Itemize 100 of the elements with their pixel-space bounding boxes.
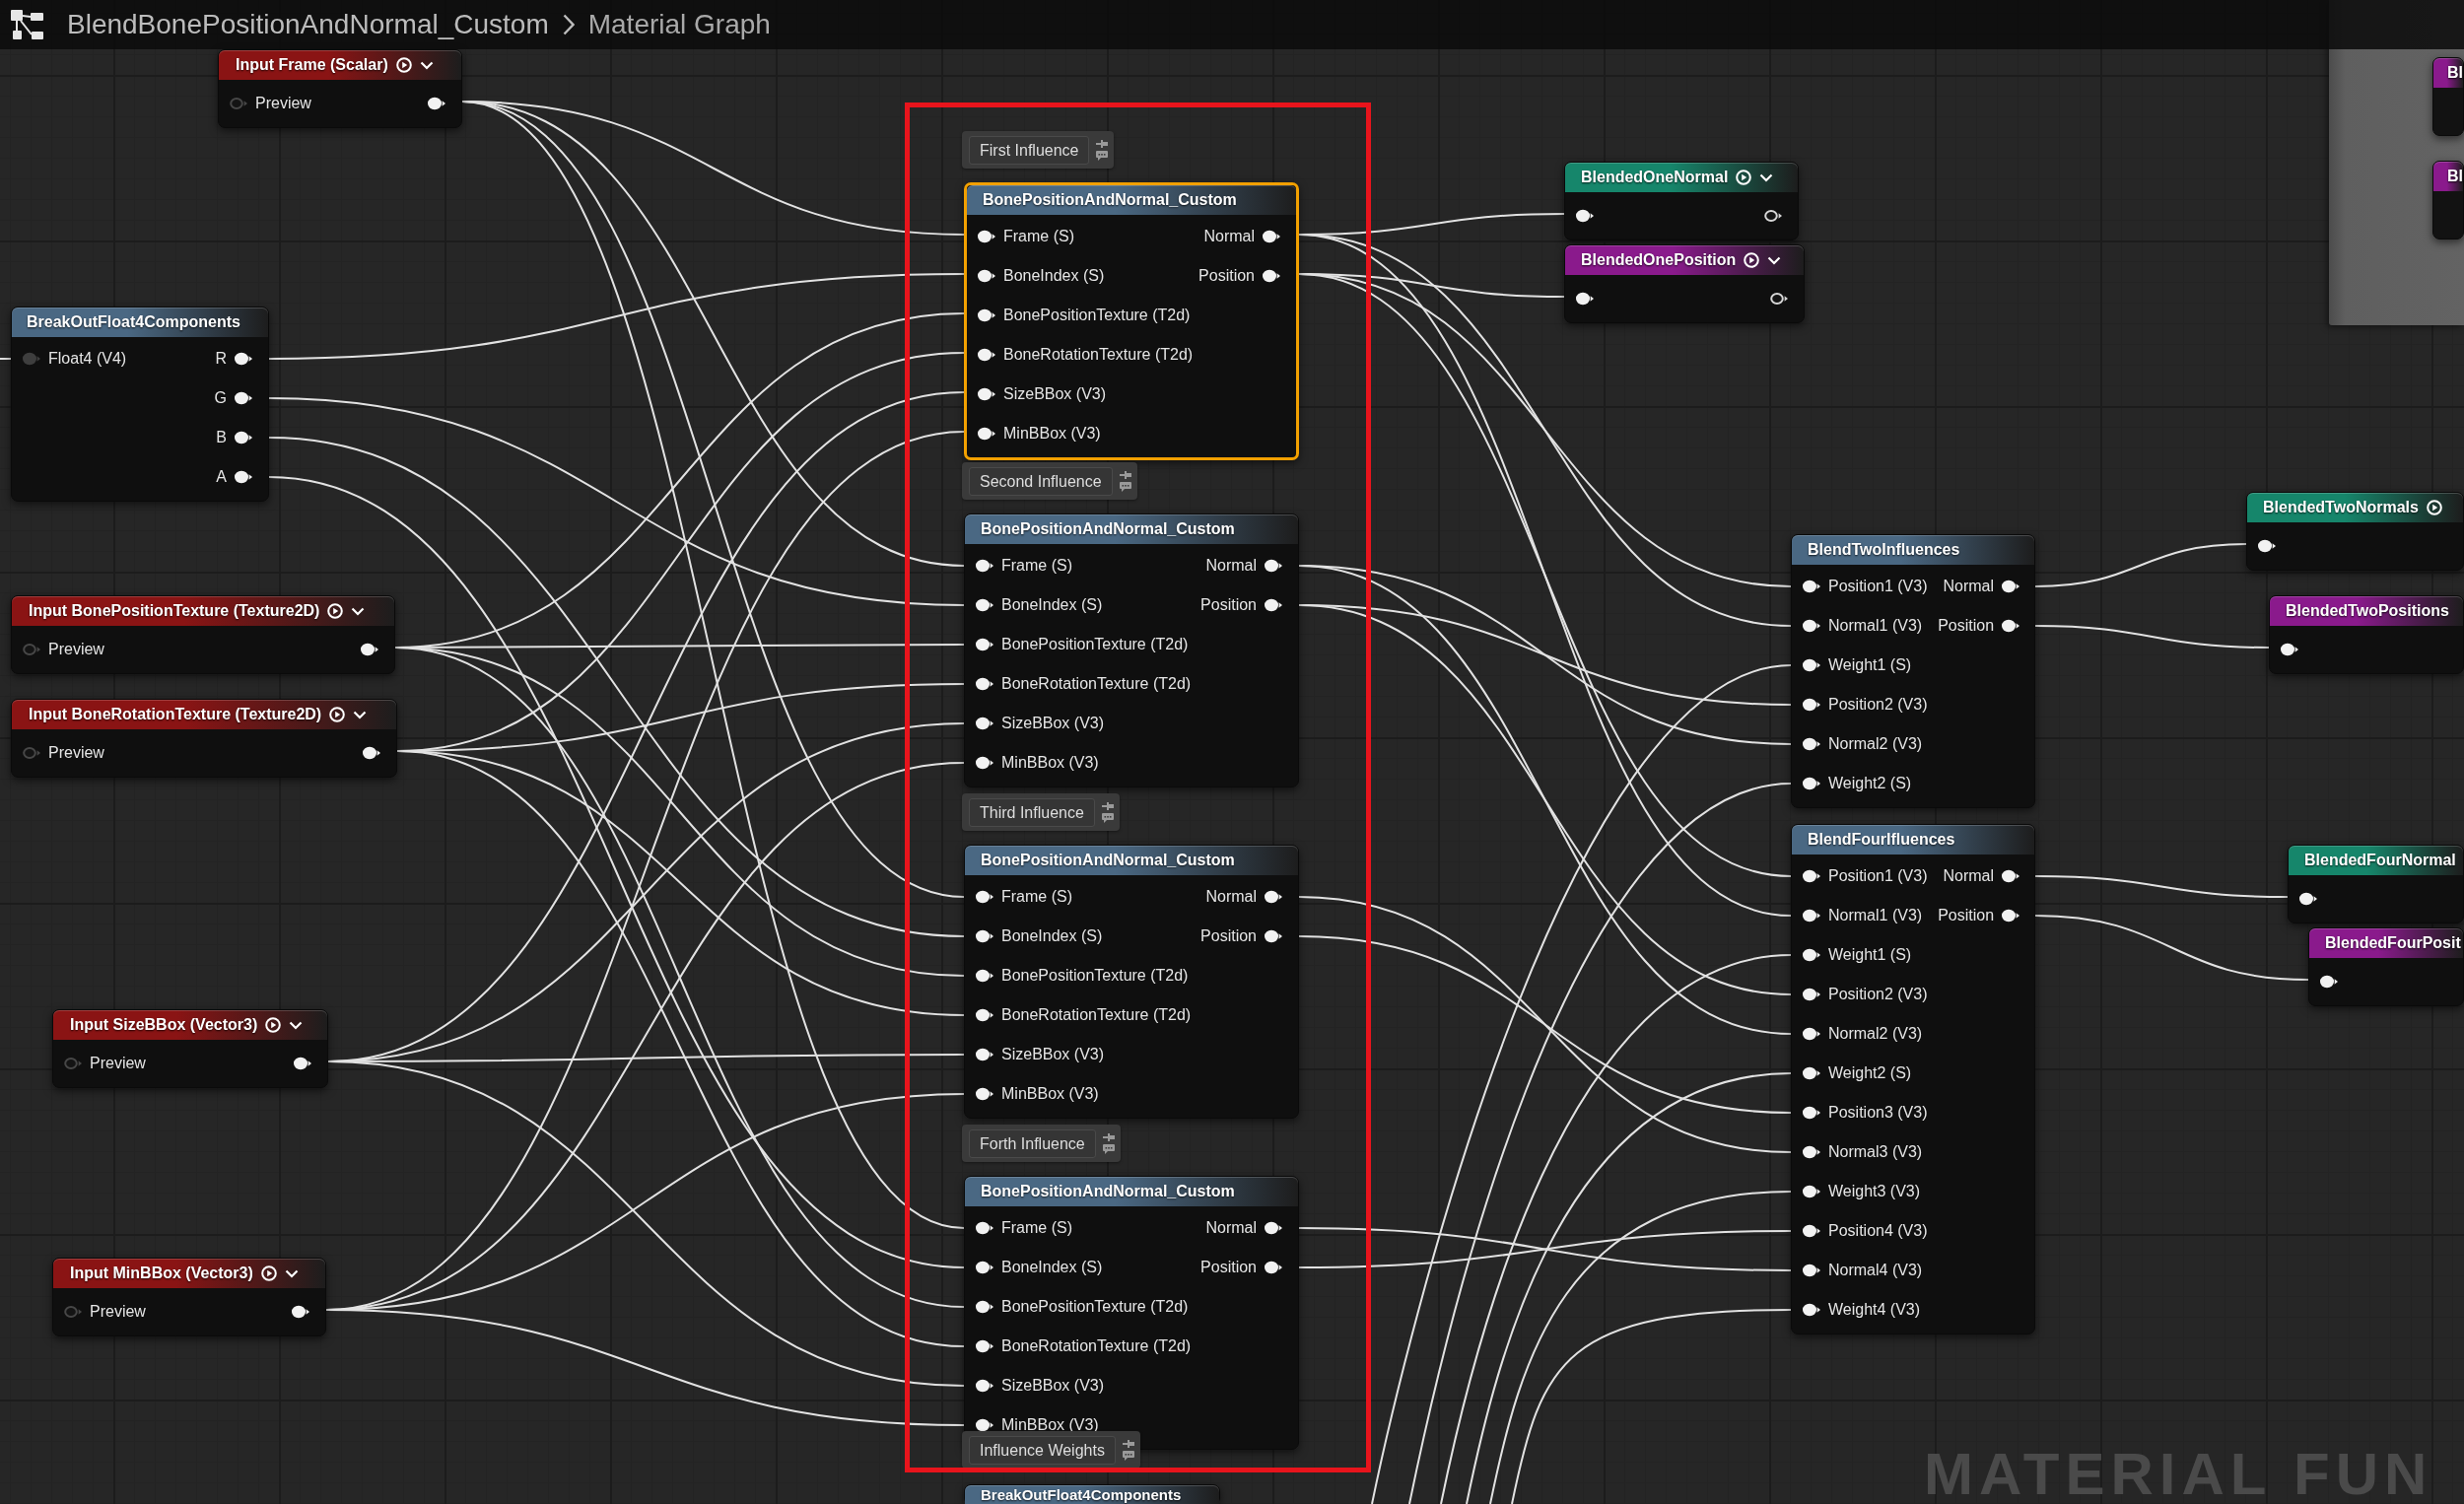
- pin-icon[interactable]: [976, 1418, 993, 1432]
- pin-icon[interactable]: [1803, 1303, 1820, 1317]
- pin-icon[interactable]: [1265, 929, 1282, 943]
- pin-icon[interactable]: [976, 638, 993, 651]
- pin-icon[interactable]: [2002, 580, 2020, 593]
- comment-bubble[interactable]: Third Influence: [962, 793, 1120, 831]
- pin-icon[interactable]: [976, 969, 993, 983]
- graph-node[interactable]: Input BoneRotationTexture (Texture2D) Preview: [11, 699, 397, 778]
- pin-icon[interactable]: [976, 756, 993, 770]
- pin-icon[interactable]: [1803, 737, 1820, 751]
- pin-icon[interactable]: [294, 1057, 311, 1070]
- comment-bubble[interactable]: Forth Influence: [962, 1125, 1121, 1162]
- graph-node[interactable]: BonePositionAndNormal_Custom Frame (S) Normal BoneIndex (S) Position BonePositionTexture (T2d) BoneRotationTexture (T2d) SizeBBox (V3) MinBBox (V3): [964, 845, 1299, 1119]
- pushpin-icon[interactable]: [1096, 139, 1109, 148]
- graph-node[interactable]: BreakOutFloat4Components Float4 (V4) R G B A: [11, 307, 269, 502]
- pin-icon[interactable]: [292, 1305, 309, 1319]
- pin-icon[interactable]: [1803, 580, 1820, 593]
- pin-icon[interactable]: [363, 746, 380, 760]
- pin-icon[interactable]: [1803, 1106, 1820, 1120]
- pin-icon[interactable]: [978, 427, 995, 441]
- pin-icon[interactable]: [976, 929, 993, 943]
- pin-icon[interactable]: [235, 391, 252, 405]
- pin-icon[interactable]: [1803, 1027, 1820, 1041]
- pin-icon[interactable]: [976, 1048, 993, 1061]
- graph-node[interactable]: Input SizeBBox (Vector3) Preview: [52, 1009, 328, 1088]
- graph-node[interactable]: Bl: [2432, 161, 2464, 239]
- chevron-down-icon[interactable]: [351, 606, 366, 616]
- pin-icon[interactable]: [1803, 619, 1820, 633]
- chevron-down-icon[interactable]: [353, 710, 368, 719]
- pin-icon[interactable]: [1265, 1261, 1282, 1274]
- graph-node[interactable]: Input Frame (Scalar) Preview: [218, 49, 462, 128]
- empty-pin-icon[interactable]: [1764, 209, 1782, 223]
- graph-node[interactable]: BlendedOneNormal: [1564, 162, 1799, 240]
- pin-icon[interactable]: [1265, 890, 1282, 904]
- pin-icon[interactable]: [978, 348, 995, 362]
- pin-icon[interactable]: [235, 470, 252, 484]
- pin-icon[interactable]: [976, 1261, 993, 1274]
- pin-icon[interactable]: [1803, 988, 1820, 1001]
- speech-bubble-icon[interactable]: [1096, 150, 1109, 161]
- pin-icon[interactable]: [976, 717, 993, 730]
- comment-bubble[interactable]: First Influence: [962, 131, 1115, 169]
- play-icon[interactable]: [2426, 500, 2442, 515]
- graph-node[interactable]: BlendedFourNormal: [2288, 845, 2464, 923]
- graph-node[interactable]: Bl: [2432, 57, 2464, 136]
- pin-icon[interactable]: [1803, 1264, 1820, 1277]
- pin-icon[interactable]: [978, 269, 995, 283]
- pin-icon[interactable]: [1263, 230, 1280, 243]
- chevron-down-icon[interactable]: [1767, 255, 1782, 265]
- comment-bubble[interactable]: Influence Weights: [962, 1431, 1140, 1469]
- pin-icon[interactable]: [1265, 1221, 1282, 1235]
- pin-icon[interactable]: [976, 890, 993, 904]
- speech-bubble-icon[interactable]: [1101, 812, 1114, 823]
- pin-icon[interactable]: [1576, 209, 1594, 223]
- pin-icon[interactable]: [1265, 598, 1282, 612]
- pin-icon[interactable]: [978, 387, 995, 401]
- pin-icon[interactable]: [978, 308, 995, 322]
- pin-icon[interactable]: [2002, 869, 2020, 883]
- graph-node[interactable]: BlendFourIfluences Position1 (V3) Normal Normal1 (V3) Position Weight1 (S) Position2 (V3) Normal2 (V3) Weight2 (S) Position3 (V3) Normal3 (V3) Weight3 (V3) Position4 (V3) Normal4 (V3) Weight4 (V3): [1791, 824, 2035, 1334]
- graph-node[interactable]: BonePositionAndNormal_Custom Frame (S) Normal BoneIndex (S) Position BonePositionTexture (T2d) BoneRotationTexture (T2d) SizeBBox (V3) MinBBox (V3): [964, 182, 1299, 460]
- play-icon[interactable]: [260, 1265, 277, 1281]
- play-icon[interactable]: [329, 707, 346, 722]
- pin-icon[interactable]: [2258, 539, 2276, 553]
- graph-node[interactable]: BlendedOnePosition: [1564, 244, 1805, 323]
- pin-icon[interactable]: [428, 97, 445, 110]
- breadcrumb-link[interactable]: BlendBonePositionAndNormal_Custom: [67, 9, 549, 40]
- pin-icon[interactable]: [1803, 948, 1820, 962]
- pin-icon[interactable]: [976, 1300, 993, 1314]
- pin-icon[interactable]: [1803, 909, 1820, 923]
- pin-icon[interactable]: [2320, 975, 2338, 989]
- empty-pin-icon[interactable]: [1770, 292, 1788, 306]
- speech-bubble-icon[interactable]: [1119, 481, 1131, 492]
- pin-icon[interactable]: [1803, 1066, 1820, 1080]
- play-icon[interactable]: [395, 57, 412, 73]
- graph-node[interactable]: BreakOutFloat4Components: [964, 1484, 1220, 1504]
- pin-icon[interactable]: [235, 431, 252, 444]
- graph-node[interactable]: Input MinBBox (Vector3) Preview: [52, 1258, 326, 1336]
- pin-icon[interactable]: [976, 1087, 993, 1101]
- pin-icon[interactable]: [1803, 1224, 1820, 1238]
- play-icon[interactable]: [1736, 170, 1752, 185]
- play-icon[interactable]: [265, 1017, 282, 1033]
- graph-node[interactable]: BonePositionAndNormal_Custom Frame (S) Normal BoneIndex (S) Position BonePositionTexture (T2d) BoneRotationTexture (T2d) SizeBBox (V3) MinBBox (V3): [964, 513, 1299, 787]
- pin-icon[interactable]: [2002, 909, 2020, 923]
- pin-icon[interactable]: [1576, 292, 1594, 306]
- speech-bubble-icon[interactable]: [1122, 1450, 1134, 1461]
- pin-icon[interactable]: [361, 643, 378, 656]
- pin-icon[interactable]: [976, 677, 993, 691]
- pin-icon[interactable]: [976, 1221, 993, 1235]
- pin-icon[interactable]: [1803, 869, 1820, 883]
- pin-icon[interactable]: [235, 352, 252, 366]
- speech-bubble-icon[interactable]: [1102, 1143, 1115, 1154]
- pin-icon[interactable]: [976, 598, 993, 612]
- pin-icon[interactable]: [2281, 643, 2298, 656]
- pin-icon[interactable]: [1263, 269, 1280, 283]
- graph-node[interactable]: BlendedTwoNormals: [2246, 492, 2464, 571]
- pin-icon[interactable]: [2299, 892, 2317, 906]
- pin-icon[interactable]: [1803, 1145, 1820, 1159]
- pushpin-icon[interactable]: [1101, 801, 1114, 810]
- graph-node[interactable]: BlendedTwoPositions: [2269, 595, 2464, 674]
- graph-node[interactable]: BlendedFourPosit: [2308, 927, 2464, 1006]
- graph-node[interactable]: BlendTwoInfluences Position1 (V3) Normal Normal1 (V3) Position Weight1 (S) Position2 (V3) Normal2 (V3) Weight2 (S): [1791, 534, 2035, 808]
